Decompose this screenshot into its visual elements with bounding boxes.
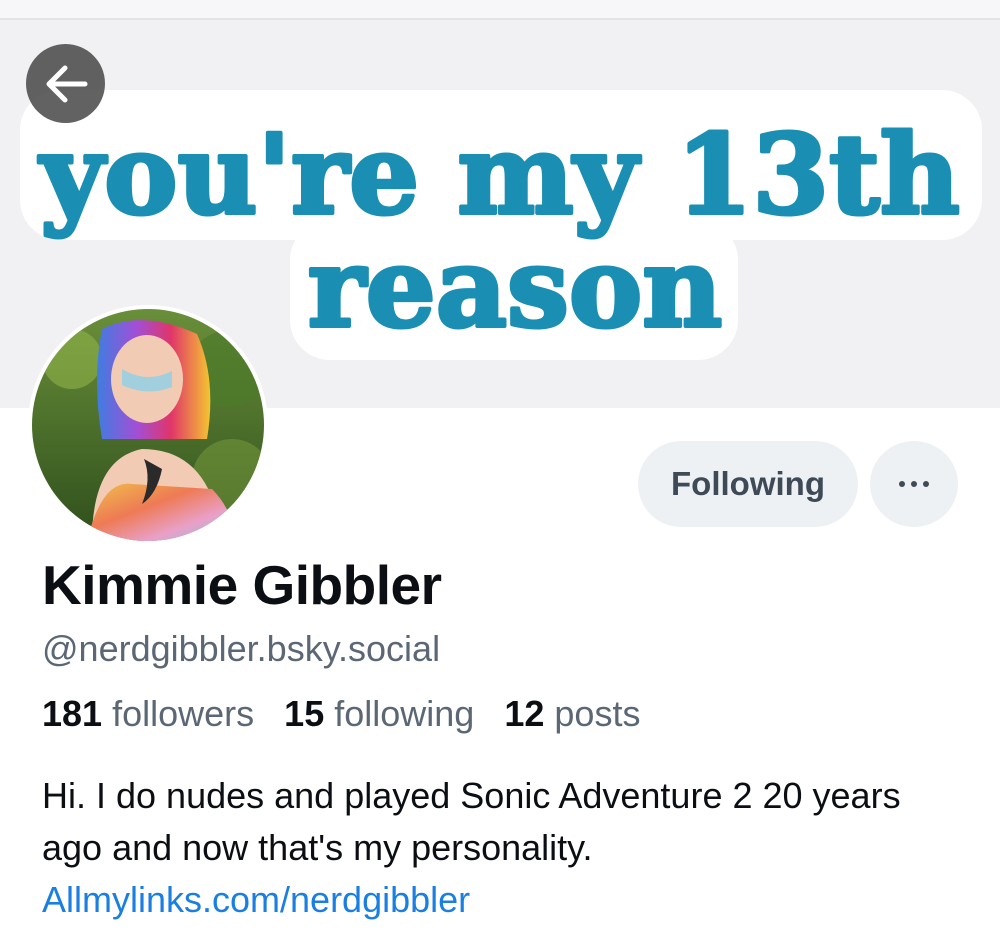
more-options-button[interactable] xyxy=(870,441,958,527)
posts-count: 12 xyxy=(504,693,545,734)
avatar-image xyxy=(32,309,264,541)
banner-line-2: reason xyxy=(308,223,723,352)
profile-stats: 181 followers 15 following 12 posts xyxy=(42,693,640,735)
banner-line-1: you're my 13th xyxy=(38,110,960,239)
arrow-left-icon xyxy=(46,65,87,102)
ellipsis-icon xyxy=(896,481,932,487)
posts-label: posts xyxy=(554,693,641,734)
handle: @nerdgibbler.bsky.social xyxy=(42,628,441,669)
bio-link[interactable]: Allmylinks.com/nerdgibbler xyxy=(42,874,962,926)
bio: Hi. I do nudes and played Sonic Adventur… xyxy=(42,770,962,926)
display-name: Kimmie Gibbler xyxy=(42,554,442,616)
followers-count: 181 xyxy=(42,693,103,734)
followers-stat[interactable]: 181 followers xyxy=(42,693,254,734)
following-button[interactable]: Following xyxy=(638,441,858,527)
following-count: 15 xyxy=(284,693,325,734)
top-bar xyxy=(0,0,1000,20)
bio-text: Hi. I do nudes and played Sonic Adventur… xyxy=(42,775,901,868)
following-label: following xyxy=(334,693,475,734)
followers-label: followers xyxy=(112,693,255,734)
avatar[interactable] xyxy=(28,305,268,545)
posts-stat: 12 posts xyxy=(504,693,640,734)
following-stat[interactable]: 15 following xyxy=(284,693,474,734)
back-button[interactable] xyxy=(26,44,105,123)
